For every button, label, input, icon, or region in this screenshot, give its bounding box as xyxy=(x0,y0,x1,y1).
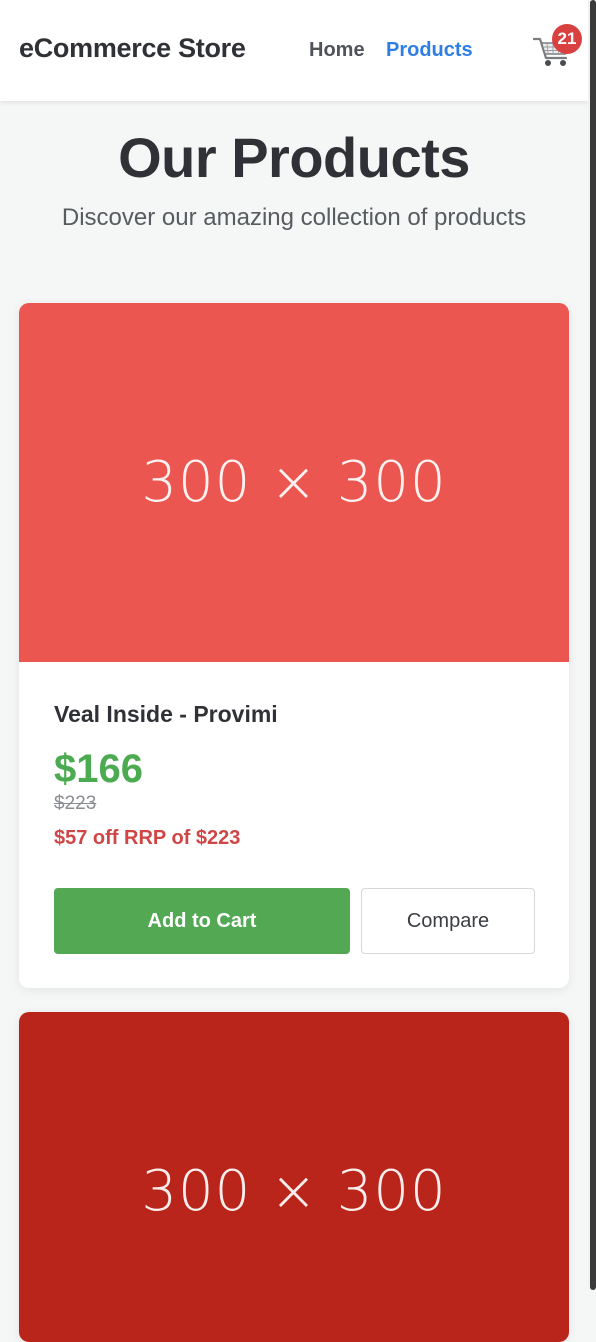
product-old-price: $223 xyxy=(54,793,97,814)
product-price: $166 xyxy=(54,747,143,791)
product-card: 300 × 300 Veal Inside - Provimi $166 $22… xyxy=(19,303,569,988)
cart-button[interactable]: 21 xyxy=(533,24,582,69)
site-header: eCommerce Store Home Products 21 xyxy=(0,0,588,101)
product-discount: $57 off RRP of $223 xyxy=(54,827,241,849)
nav-home-link[interactable]: Home xyxy=(309,39,365,62)
brand-logo[interactable]: eCommerce Store xyxy=(19,33,246,64)
product-image[interactable]: 300 × 300 xyxy=(19,1012,569,1342)
page-subtitle: Discover our amazing collection of produ… xyxy=(61,204,527,231)
nav-products-link[interactable]: Products xyxy=(386,39,473,62)
page-title: Our Products xyxy=(118,126,470,189)
product-name[interactable]: Veal Inside - Provimi xyxy=(54,701,278,728)
scrollbar-thumb[interactable] xyxy=(590,0,596,1290)
product-image-placeholder-label: 300 × 300 xyxy=(141,450,447,515)
product-image[interactable]: 300 × 300 xyxy=(19,303,569,662)
product-image-placeholder-label: 300 × 300 xyxy=(141,1159,447,1224)
compare-button[interactable]: Compare xyxy=(361,888,535,954)
cart-count-badge: 21 xyxy=(552,24,582,54)
product-card: 300 × 300 xyxy=(19,1012,569,1342)
add-to-cart-button[interactable]: Add to Cart xyxy=(54,888,350,954)
